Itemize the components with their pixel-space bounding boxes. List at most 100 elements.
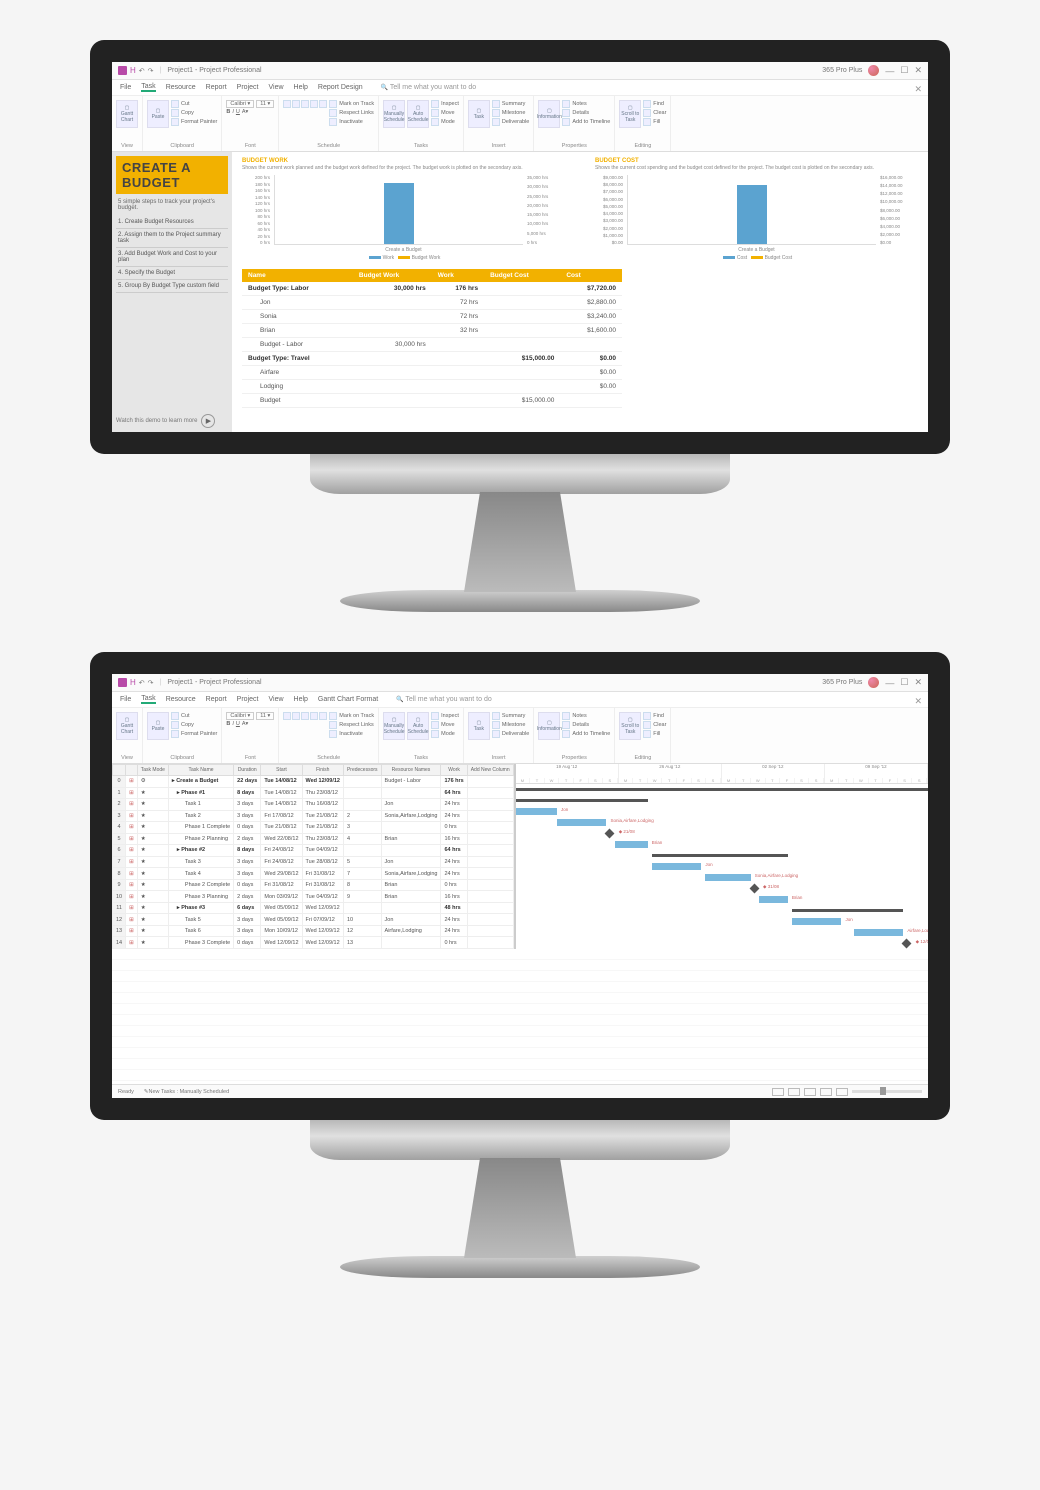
link-icon[interactable] bbox=[319, 100, 327, 108]
col-header[interactable] bbox=[126, 765, 138, 776]
gantt-row[interactable]: Brian bbox=[516, 894, 928, 905]
gantt-summary-bar[interactable] bbox=[792, 909, 903, 912]
task-row[interactable]: 14⊞★Phase 3 Complete0 daysWed 12/09/12We… bbox=[113, 937, 514, 949]
close-button[interactable]: ✕ bbox=[914, 677, 922, 688]
gantt-row[interactable] bbox=[516, 850, 928, 861]
respect-links[interactable]: Respect Links bbox=[329, 721, 374, 729]
gantt-row[interactable]: Airfare,Lodging bbox=[516, 927, 928, 938]
task-row[interactable]: 12⊞★Task 53 daysWed 05/09/12Fri 07/09/12… bbox=[113, 914, 514, 926]
undo-icon[interactable]: ↶ bbox=[139, 679, 145, 687]
view-usage-icon[interactable] bbox=[788, 1088, 800, 1096]
gantt-row[interactable]: Jon bbox=[516, 861, 928, 872]
play-icon[interactable]: ▶ bbox=[201, 414, 215, 428]
gantt-task-bar[interactable] bbox=[854, 929, 903, 936]
menu-resource[interactable]: Resource bbox=[166, 84, 196, 91]
font-color-button[interactable]: A▾ bbox=[242, 109, 248, 115]
menu-report[interactable]: Report bbox=[206, 696, 227, 703]
avatar-icon[interactable] bbox=[868, 65, 879, 76]
format-painter-button[interactable]: Format Painter bbox=[171, 730, 217, 738]
view-gantt-icon[interactable] bbox=[772, 1088, 784, 1096]
move-button[interactable]: Move bbox=[431, 109, 459, 117]
account-label[interactable]: 365 Pro Plus bbox=[822, 67, 862, 74]
gantt-chart-button[interactable]: ▢Gantt Chart bbox=[116, 100, 138, 128]
inspect-button[interactable]: Inspect bbox=[431, 712, 459, 720]
task-row[interactable]: 3⊞★Task 23 daysFri 17/08/12Tue 21/08/122… bbox=[113, 810, 514, 822]
summary-button[interactable]: Summary bbox=[492, 712, 530, 720]
menu-task[interactable]: Task bbox=[141, 695, 155, 704]
inspect-button[interactable]: Inspect bbox=[431, 100, 459, 108]
close-button[interactable]: ✕ bbox=[914, 65, 922, 76]
information-button[interactable]: ▢Information bbox=[538, 100, 560, 128]
watch-demo[interactable]: Watch this demo to learn more ▶ bbox=[116, 414, 228, 428]
account-label[interactable]: 365 Pro Plus bbox=[822, 679, 862, 686]
redo-icon[interactable]: ↷ bbox=[148, 679, 154, 687]
pct-100-icon[interactable] bbox=[310, 712, 318, 720]
italic-button[interactable]: I bbox=[232, 721, 234, 727]
task-row[interactable]: 9⊞★Phase 2 Complete0 daysFri 31/08/12Fri… bbox=[113, 879, 514, 891]
menu-file[interactable]: File bbox=[120, 84, 131, 91]
task-row[interactable]: 8⊞★Task 43 daysWed 29/08/12Fri 31/08/127… bbox=[113, 868, 514, 880]
col-header[interactable]: Add New Column bbox=[467, 765, 513, 776]
milestone-button[interactable]: Milestone bbox=[492, 721, 530, 729]
gantt-task-bar[interactable] bbox=[652, 863, 701, 870]
task-row[interactable]: 6⊞★▸ Phase #28 daysFri 24/08/12Tue 04/09… bbox=[113, 845, 514, 857]
task-row[interactable]: 1⊞★▸ Phase #18 daysTue 14/08/12Thu 23/08… bbox=[113, 787, 514, 799]
menu-view[interactable]: View bbox=[268, 84, 283, 91]
font-select[interactable]: Calibri ▾ bbox=[226, 100, 254, 108]
task-row[interactable]: 11⊞★▸ Phase #36 daysWed 05/09/12Wed 12/0… bbox=[113, 902, 514, 914]
paste-button[interactable]: ▢Paste bbox=[147, 712, 169, 740]
scroll-to-task-button[interactable]: ▢Scroll to Task bbox=[619, 100, 641, 128]
clear-button[interactable]: Clear bbox=[643, 109, 666, 117]
menu-resource[interactable]: Resource bbox=[166, 696, 196, 703]
ribbon-close-icon[interactable]: ✕ bbox=[914, 696, 922, 707]
auto-schedule-button[interactable]: ▢Auto Schedule bbox=[407, 712, 429, 740]
details-button[interactable]: Details bbox=[562, 109, 610, 117]
menu-file[interactable]: File bbox=[120, 696, 131, 703]
pct-100-icon[interactable] bbox=[310, 100, 318, 108]
col-header[interactable]: Start bbox=[261, 765, 302, 776]
gantt-task-bar[interactable] bbox=[792, 918, 841, 925]
gantt-milestone[interactable] bbox=[902, 939, 912, 949]
summary-button[interactable]: Summary bbox=[492, 100, 530, 108]
indent-left-icon[interactable] bbox=[283, 712, 291, 720]
gantt-row[interactable] bbox=[516, 784, 928, 795]
inactivate[interactable]: Inactivate bbox=[329, 730, 374, 738]
col-header[interactable]: Finish bbox=[302, 765, 343, 776]
gantt-summary-bar[interactable] bbox=[516, 788, 928, 791]
gantt-row[interactable]: Jon bbox=[516, 916, 928, 927]
indent-left-icon[interactable] bbox=[283, 100, 291, 108]
gantt-summary-bar[interactable] bbox=[516, 799, 648, 802]
deliverable-button[interactable]: Deliverable bbox=[492, 730, 530, 738]
save-icon[interactable]: H bbox=[130, 66, 136, 75]
task-row[interactable]: 13⊞★Task 63 daysMon 10/09/12Wed 12/09/12… bbox=[113, 925, 514, 937]
gantt-milestone[interactable] bbox=[605, 829, 615, 839]
undo-icon[interactable]: ↶ bbox=[139, 67, 145, 75]
gantt-milestone[interactable] bbox=[749, 884, 759, 894]
find-button[interactable]: Find bbox=[643, 712, 666, 720]
col-header[interactable]: Duration bbox=[234, 765, 261, 776]
zoom-slider[interactable] bbox=[852, 1090, 922, 1093]
pct-0-icon[interactable] bbox=[301, 712, 309, 720]
ribbon-close-icon[interactable]: ✕ bbox=[914, 84, 922, 95]
col-header[interactable]: Predecessors bbox=[343, 765, 381, 776]
gantt-row[interactable]: Sonia,Airfare,Lodging bbox=[516, 872, 928, 883]
font-size-select[interactable]: 11 ▾ bbox=[256, 100, 274, 108]
gantt-row[interactable]: Jon bbox=[516, 806, 928, 817]
mode-button[interactable]: Mode bbox=[431, 730, 459, 738]
view-network-icon[interactable] bbox=[804, 1088, 816, 1096]
gantt-row[interactable] bbox=[516, 795, 928, 806]
task-button[interactable]: ▢Task bbox=[468, 712, 490, 740]
menu-project[interactable]: Project bbox=[237, 84, 259, 91]
gantt-row[interactable] bbox=[516, 905, 928, 916]
clear-button[interactable]: Clear bbox=[643, 721, 666, 729]
status-newtasks[interactable]: New Tasks : Manually Scheduled bbox=[149, 1089, 230, 1095]
format-painter-button[interactable]: Format Painter bbox=[171, 118, 217, 126]
copy-button[interactable]: Copy bbox=[171, 721, 217, 729]
font-select[interactable]: Calibri ▾ bbox=[226, 712, 254, 720]
gantt-row[interactable]: ◆ 21/08 bbox=[516, 828, 928, 839]
pct-0-icon[interactable] bbox=[301, 100, 309, 108]
maximize-button[interactable]: ☐ bbox=[900, 65, 908, 76]
find-button[interactable]: Find bbox=[643, 100, 666, 108]
font-color-button[interactable]: A▾ bbox=[242, 721, 248, 727]
notes-button[interactable]: Notes bbox=[562, 100, 610, 108]
